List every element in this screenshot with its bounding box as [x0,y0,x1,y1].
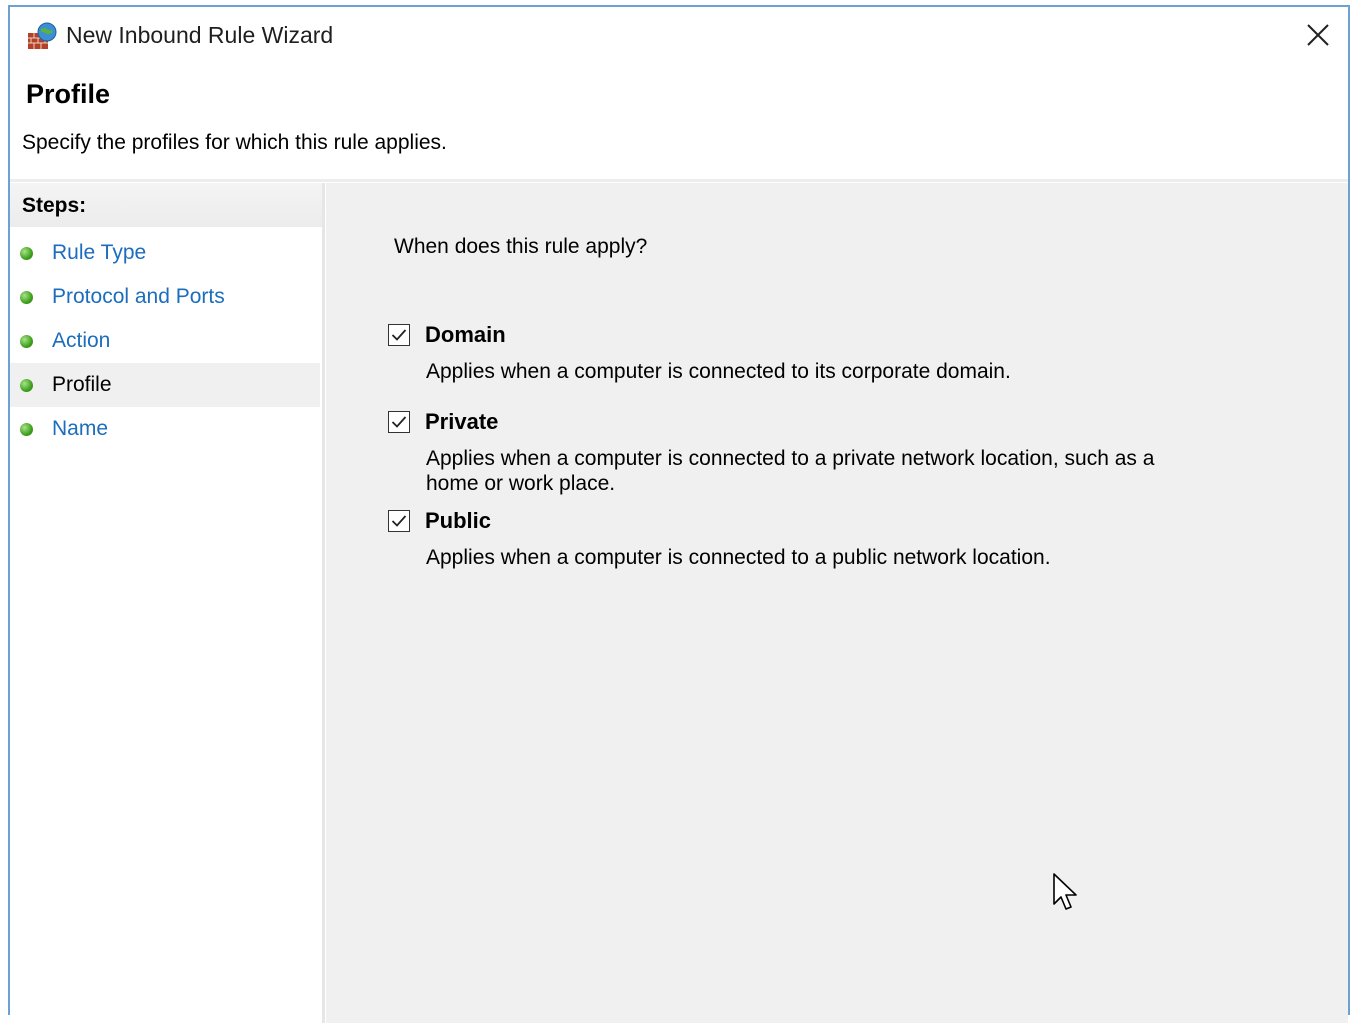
domain-description: Applies when a computer is connected to … [426,360,1011,383]
domain-checkbox[interactable] [388,324,410,346]
page-header: Profile Specify the profiles for which t… [10,65,1348,179]
wizard-window: New Inbound Rule Wizard Profile Specify … [8,5,1350,1023]
firewall-icon [26,21,58,51]
domain-label[interactable]: Domain [425,322,506,348]
steps-title: Steps: [22,194,87,217]
title-bar: New Inbound Rule Wizard [10,7,1348,65]
step-label: Protocol and Ports [52,285,225,308]
checkmark-icon [391,329,407,341]
steps-header: Steps: [10,183,322,227]
panel-divider [322,183,325,1023]
main-content: When does this rule apply? Domain Applie… [326,183,1348,1023]
step-profile[interactable]: Profile [10,363,320,407]
step-protocol-and-ports[interactable]: Protocol and Ports [10,275,320,319]
checkmark-icon [391,515,407,527]
public-label[interactable]: Public [425,508,491,534]
step-label: Profile [52,373,112,396]
header-divider [10,179,1348,182]
step-label: Rule Type [52,241,147,264]
private-description: Applies when a computer is connected to … [426,447,1155,495]
checkmark-icon [391,416,407,428]
window-title: New Inbound Rule Wizard [66,22,334,48]
green-dot-icon [20,291,33,304]
private-label[interactable]: Private [425,409,498,435]
page-title: Profile [26,79,111,109]
public-checkbox[interactable] [388,510,410,532]
steps-panel: Steps: Rule Type Protocol and Ports Acti… [10,183,322,1023]
page-description: Specify the profiles for which this rule… [22,131,447,154]
green-dot-icon [20,335,33,348]
private-checkbox[interactable] [388,411,410,433]
close-button[interactable] [1298,17,1338,53]
green-dot-icon [20,379,33,392]
mouse-cursor-icon [1052,872,1078,912]
question-text: When does this rule apply? [394,235,648,258]
step-rule-type[interactable]: Rule Type [10,231,320,275]
public-description: Applies when a computer is connected to … [426,546,1051,569]
step-label: Name [52,417,109,440]
close-icon [1307,24,1329,46]
step-label: Action [52,329,111,352]
green-dot-icon [20,247,33,260]
step-action[interactable]: Action [10,319,320,363]
step-name[interactable]: Name [10,407,320,451]
green-dot-icon [20,423,33,436]
